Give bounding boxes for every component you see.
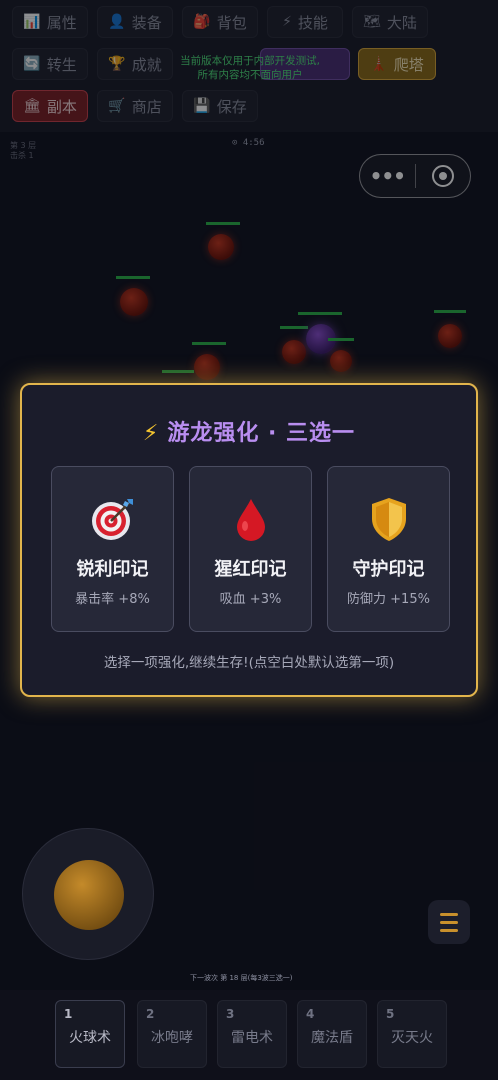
skill-number: 5: [386, 1007, 395, 1021]
skill-number: 2: [146, 1007, 155, 1021]
menu-icon-bar: [440, 928, 458, 932]
skill-slot-3[interactable]: 3 雷电术: [217, 1000, 287, 1068]
menu-icon-bar: [440, 912, 458, 916]
menu-button[interactable]: [428, 900, 470, 944]
lightning-icon: ⚡: [142, 421, 160, 446]
skill-slot-1[interactable]: 1 火球术: [55, 1000, 125, 1068]
upgrade-choice-dialog: ⚡ 游龙强化 · 三选一 锐利印记 暴击率 +8% 猩红印记 吸血 +3% 守护…: [20, 383, 478, 697]
blood-drop-icon: [190, 495, 311, 543]
skill-name: 火球术: [69, 1030, 111, 1046]
dialog-title: ⚡ 游龙强化 · 三选一: [22, 415, 476, 447]
card-name: 守护印记: [352, 559, 425, 580]
game-screen: 📊 属性 👤 装备 🎒 背包 ⚡ 技能 🗺 大陆 🔄 转生 🏆 成就 🗼 爬塔 …: [0, 0, 498, 1080]
menu-icon-bar: [440, 920, 458, 924]
upgrade-card-crimson[interactable]: 猩红印记 吸血 +3%: [189, 466, 312, 632]
skill-name: 灭天火: [391, 1030, 433, 1046]
dialog-hint: 选择一项强化,继续生存!(点空白处默认选第一项): [103, 655, 395, 671]
shield-icon: [328, 495, 449, 543]
skill-number: 1: [64, 1007, 73, 1021]
card-desc: 暴击率 +8%: [75, 592, 150, 607]
skill-number: 4: [306, 1007, 315, 1021]
skill-slot-5[interactable]: 5 灭天火: [377, 1000, 447, 1068]
skill-slot-4[interactable]: 4 魔法盾: [297, 1000, 367, 1068]
card-desc: 防御力 +15%: [347, 592, 430, 607]
skill-name: 雷电术: [231, 1030, 273, 1046]
skill-name: 魔法盾: [311, 1030, 353, 1046]
dialog-title-text: 游龙强化 · 三选一: [167, 421, 356, 446]
card-name: 锐利印记: [76, 559, 149, 580]
wave-info: 下一波次 第 18 层(每3波三选一): [190, 974, 293, 982]
upgrade-card-sharp[interactable]: 锐利印记 暴击率 +8%: [51, 466, 174, 632]
target-icon: [52, 495, 173, 543]
card-name: 猩红印记: [214, 559, 287, 580]
skill-slot-2[interactable]: 2 冰咆哮: [137, 1000, 207, 1068]
joystick-knob[interactable]: [54, 860, 124, 930]
skill-number: 3: [226, 1007, 235, 1021]
upgrade-card-guard[interactable]: 守护印记 防御力 +15%: [327, 466, 450, 632]
skill-name: 冰咆哮: [151, 1030, 193, 1046]
card-desc: 吸血 +3%: [219, 592, 282, 607]
